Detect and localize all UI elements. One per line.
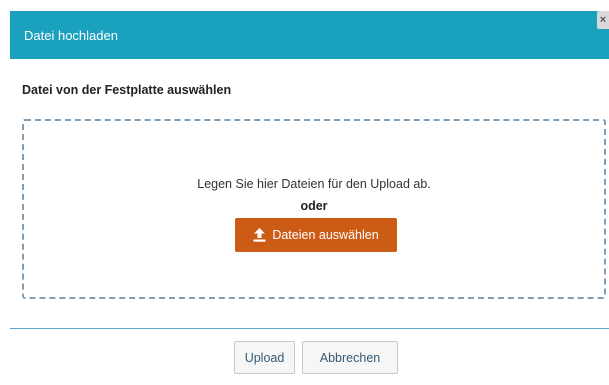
- dialog-title: Datei hochladen: [24, 28, 118, 43]
- choose-files-button[interactable]: Dateien auswählen: [235, 218, 397, 252]
- dropzone-instruction: Legen Sie hier Dateien für den Upload ab…: [197, 177, 431, 191]
- upload-button[interactable]: Upload: [234, 341, 295, 374]
- file-dropzone[interactable]: Legen Sie hier Dateien für den Upload ab…: [22, 119, 606, 299]
- upload-dialog: Datei hochladen × Datei von der Festplat…: [0, 0, 609, 385]
- cancel-button[interactable]: Abbrechen: [302, 341, 398, 374]
- close-button[interactable]: ×: [597, 11, 609, 29]
- cancel-button-label: Abbrechen: [319, 350, 381, 365]
- footer-divider: [10, 328, 609, 329]
- dialog-header: Datei hochladen: [10, 11, 609, 59]
- close-icon: ×: [599, 14, 607, 26]
- section-heading: Datei von der Festplatte auswählen: [22, 83, 232, 97]
- upload-icon: [253, 228, 266, 242]
- dropzone-separator: oder: [300, 199, 328, 213]
- upload-button-label: Upload: [244, 350, 285, 365]
- choose-files-label: Dateien auswählen: [272, 228, 379, 242]
